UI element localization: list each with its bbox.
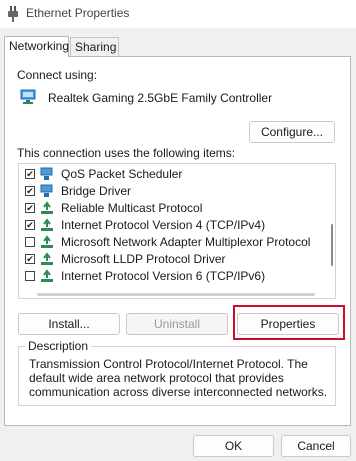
tab-sharing[interactable]: Sharing [70,37,119,56]
items-list[interactable]: ✔ QoS Packet Scheduler ✔ Bridge Driver ✔… [18,163,336,299]
tab-networking[interactable]: Networking [4,36,69,57]
install-button[interactable]: Install... [18,313,120,335]
checkbox[interactable]: ✔ [25,254,35,264]
list-item[interactable]: ✔ Microsoft LLDP Protocol Driver [25,251,321,268]
checkbox[interactable]: ✔ [25,186,35,196]
network-service-icon [40,167,53,180]
item-label: Bridge Driver [61,184,132,198]
protocol-icon [41,252,53,265]
item-label: Microsoft Network Adapter Multiplexor Pr… [61,235,311,249]
list-item[interactable]: ✔ Internet Protocol Version 4 (TCP/IPv4) [25,217,321,234]
list-item[interactable]: ✔ QoS Packet Scheduler [25,166,321,183]
list-item[interactable]: Microsoft Network Adapter Multiplexor Pr… [25,234,321,251]
protocol-icon [41,235,53,248]
adapter-name: Realtek Gaming 2.5GbE Family Controller [48,91,273,105]
protocol-icon [41,201,53,214]
configure-button[interactable]: Configure... [249,121,335,143]
description-group: Description Transmission Control Protoco… [18,339,336,406]
item-label: Internet Protocol Version 6 (TCP/IPv6) [61,269,266,283]
item-label: Microsoft LLDP Protocol Driver [61,252,226,266]
checkbox[interactable]: ✔ [25,220,35,230]
checkbox[interactable]: ✔ [25,169,35,179]
list-item[interactable]: ✔ Bridge Driver [25,183,321,200]
protocol-icon [41,218,53,231]
properties-highlight-box [233,305,345,340]
checkbox[interactable] [25,271,35,281]
connect-using-label: Connect using: [17,68,98,82]
ethernet-plug-icon [8,6,18,22]
title-bar: Ethernet Properties [0,0,356,28]
network-adapter-icon [20,89,36,104]
items-label: This connection uses the following items… [17,146,236,160]
uninstall-button[interactable]: Uninstall [126,313,228,335]
vertical-scrollbar-thumb[interactable] [331,224,333,266]
list-item[interactable]: Internet Protocol Version 6 (TCP/IPv6) [25,268,321,285]
network-service-icon [40,184,53,197]
description-legend: Description [25,339,92,353]
list-item[interactable]: ✔ Reliable Multicast Protocol [25,200,321,217]
checkbox[interactable]: ✔ [25,203,35,213]
ok-button[interactable]: OK [193,435,274,457]
item-label: Reliable Multicast Protocol [61,201,203,215]
item-label: QoS Packet Scheduler [61,167,183,181]
description-text: Transmission Control Protocol/Internet P… [29,357,328,399]
checkbox[interactable] [25,237,35,247]
item-label: Internet Protocol Version 4 (TCP/IPv4) [61,218,266,232]
horizontal-scrollbar[interactable] [37,293,315,296]
cancel-button[interactable]: Cancel [281,435,351,457]
window-title: Ethernet Properties [26,6,130,20]
protocol-icon [41,269,53,282]
